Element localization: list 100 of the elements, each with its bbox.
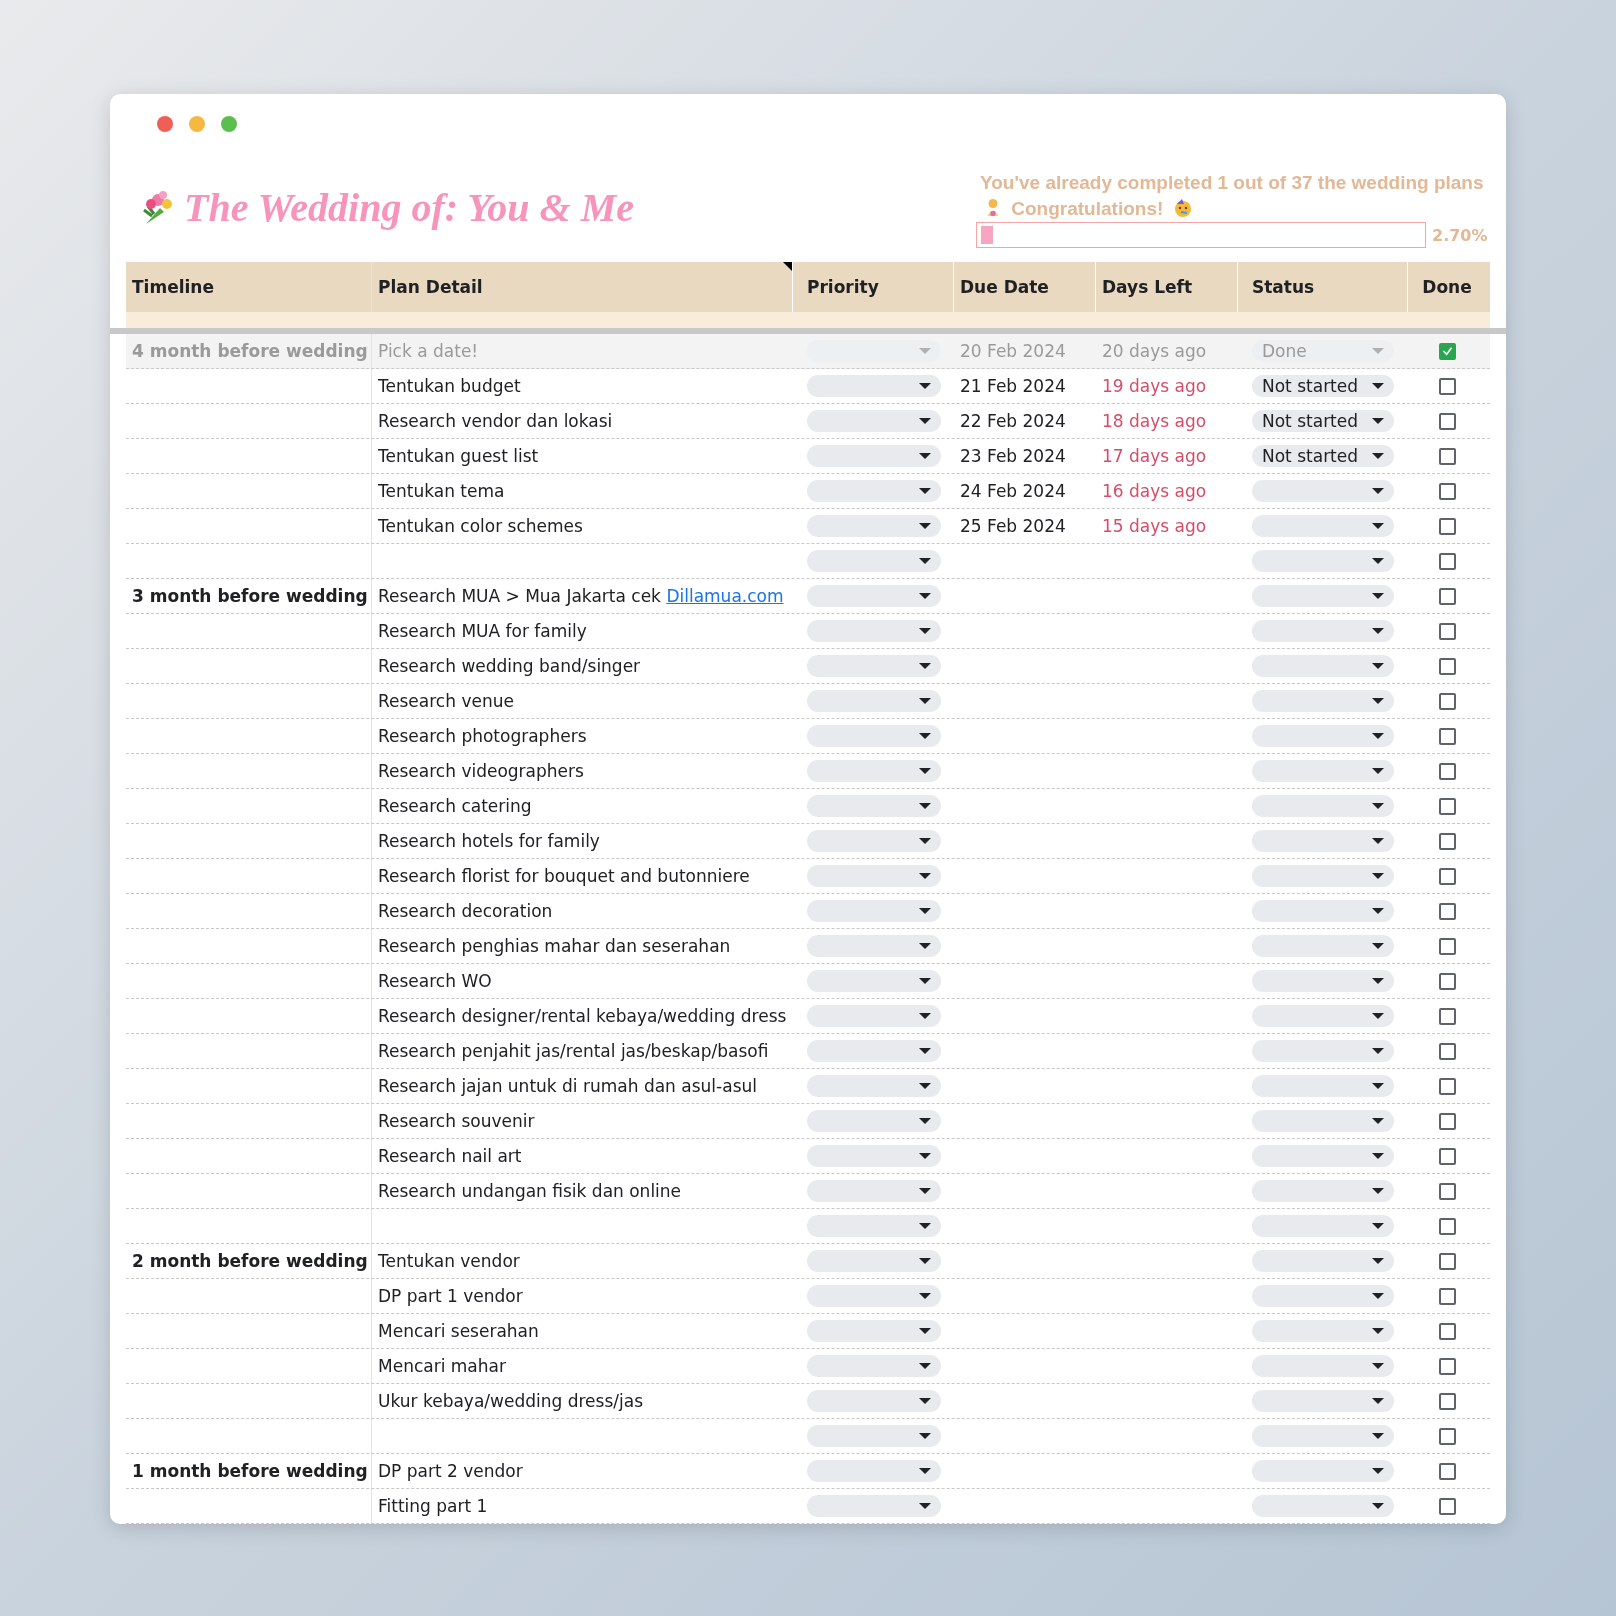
done-checkbox[interactable]: [1438, 1252, 1456, 1270]
status-dropdown[interactable]: [1252, 1180, 1394, 1202]
done-checkbox[interactable]: [1438, 972, 1456, 990]
done-checkbox[interactable]: [1438, 797, 1456, 815]
done-checkbox[interactable]: [1438, 1042, 1456, 1060]
done-checkbox[interactable]: [1438, 1497, 1456, 1515]
status-dropdown[interactable]: Not started: [1252, 410, 1394, 432]
done-checkbox[interactable]: [1438, 1077, 1456, 1095]
maximize-button[interactable]: [221, 116, 237, 132]
done-checkbox[interactable]: [1438, 902, 1456, 920]
status-dropdown[interactable]: [1252, 550, 1394, 572]
priority-dropdown[interactable]: [807, 480, 941, 502]
priority-dropdown[interactable]: [807, 970, 941, 992]
priority-dropdown[interactable]: [807, 1320, 941, 1342]
status-dropdown[interactable]: Not started: [1252, 375, 1394, 397]
priority-dropdown[interactable]: [807, 1250, 941, 1272]
status-dropdown[interactable]: [1252, 1495, 1394, 1517]
done-checkbox[interactable]: [1438, 1392, 1456, 1410]
status-dropdown[interactable]: [1252, 480, 1394, 502]
done-checkbox[interactable]: [1438, 1147, 1456, 1165]
status-dropdown[interactable]: [1252, 1040, 1394, 1062]
priority-dropdown[interactable]: [807, 1215, 941, 1237]
status-dropdown[interactable]: [1252, 655, 1394, 677]
priority-dropdown[interactable]: [807, 375, 941, 397]
status-dropdown[interactable]: [1252, 1425, 1394, 1447]
done-checkbox[interactable]: [1438, 727, 1456, 745]
status-dropdown[interactable]: [1252, 1355, 1394, 1377]
priority-dropdown[interactable]: [807, 830, 941, 852]
status-dropdown[interactable]: [1252, 725, 1394, 747]
status-dropdown[interactable]: [1252, 515, 1394, 537]
status-dropdown[interactable]: [1252, 865, 1394, 887]
priority-dropdown[interactable]: [807, 795, 941, 817]
priority-dropdown[interactable]: [807, 1390, 941, 1412]
close-button[interactable]: [157, 116, 173, 132]
priority-dropdown[interactable]: [807, 690, 941, 712]
priority-dropdown[interactable]: [807, 1285, 941, 1307]
done-checkbox[interactable]: [1438, 1322, 1456, 1340]
priority-dropdown[interactable]: [807, 1110, 941, 1132]
priority-dropdown[interactable]: [807, 1495, 941, 1517]
priority-dropdown[interactable]: [807, 865, 941, 887]
status-dropdown[interactable]: [1252, 795, 1394, 817]
done-checkbox[interactable]: [1438, 482, 1456, 500]
minimize-button[interactable]: [189, 116, 205, 132]
status-dropdown[interactable]: [1252, 1145, 1394, 1167]
status-dropdown[interactable]: [1252, 970, 1394, 992]
status-dropdown[interactable]: [1252, 1250, 1394, 1272]
status-dropdown[interactable]: [1252, 900, 1394, 922]
priority-dropdown[interactable]: [807, 340, 941, 362]
done-checkbox[interactable]: [1438, 1427, 1456, 1445]
status-dropdown[interactable]: [1252, 935, 1394, 957]
done-checkbox[interactable]: [1438, 1007, 1456, 1025]
done-checkbox[interactable]: [1438, 762, 1456, 780]
done-checkbox[interactable]: [1438, 1287, 1456, 1305]
priority-dropdown[interactable]: [807, 1180, 941, 1202]
website-link[interactable]: Dillamua.com: [666, 586, 784, 606]
done-checkbox[interactable]: [1438, 1112, 1456, 1130]
priority-dropdown[interactable]: [807, 1355, 941, 1377]
status-dropdown[interactable]: [1252, 585, 1394, 607]
done-checkbox[interactable]: [1438, 1182, 1456, 1200]
status-dropdown[interactable]: [1252, 620, 1394, 642]
status-dropdown[interactable]: [1252, 830, 1394, 852]
done-checkbox[interactable]: [1438, 1357, 1456, 1375]
priority-dropdown[interactable]: [807, 1145, 941, 1167]
done-checkbox[interactable]: [1438, 867, 1456, 885]
status-dropdown[interactable]: [1252, 1110, 1394, 1132]
done-checkbox[interactable]: [1438, 1462, 1456, 1480]
priority-dropdown[interactable]: [807, 410, 941, 432]
status-dropdown[interactable]: [1252, 760, 1394, 782]
priority-dropdown[interactable]: [807, 1425, 941, 1447]
status-dropdown[interactable]: [1252, 1005, 1394, 1027]
status-dropdown[interactable]: [1252, 1460, 1394, 1482]
status-dropdown[interactable]: [1252, 1320, 1394, 1342]
done-checkbox[interactable]: [1438, 832, 1456, 850]
status-dropdown[interactable]: [1252, 1215, 1394, 1237]
priority-dropdown[interactable]: [807, 655, 941, 677]
done-checkbox[interactable]: [1438, 1217, 1456, 1235]
done-checkbox[interactable]: [1438, 657, 1456, 675]
done-checkbox[interactable]: [1438, 517, 1456, 535]
priority-dropdown[interactable]: [807, 1005, 941, 1027]
done-checkbox[interactable]: [1438, 342, 1456, 360]
priority-dropdown[interactable]: [807, 900, 941, 922]
status-dropdown[interactable]: [1252, 690, 1394, 712]
status-dropdown[interactable]: [1252, 1075, 1394, 1097]
priority-dropdown[interactable]: [807, 1075, 941, 1097]
done-checkbox[interactable]: [1438, 552, 1456, 570]
priority-dropdown[interactable]: [807, 1040, 941, 1062]
priority-dropdown[interactable]: [807, 515, 941, 537]
priority-dropdown[interactable]: [807, 445, 941, 467]
done-checkbox[interactable]: [1438, 692, 1456, 710]
priority-dropdown[interactable]: [807, 585, 941, 607]
done-checkbox[interactable]: [1438, 622, 1456, 640]
done-checkbox[interactable]: [1438, 377, 1456, 395]
priority-dropdown[interactable]: [807, 1460, 941, 1482]
priority-dropdown[interactable]: [807, 725, 941, 747]
done-checkbox[interactable]: [1438, 447, 1456, 465]
priority-dropdown[interactable]: [807, 935, 941, 957]
done-checkbox[interactable]: [1438, 412, 1456, 430]
priority-dropdown[interactable]: [807, 760, 941, 782]
status-dropdown[interactable]: [1252, 1390, 1394, 1412]
status-dropdown[interactable]: [1252, 1285, 1394, 1307]
